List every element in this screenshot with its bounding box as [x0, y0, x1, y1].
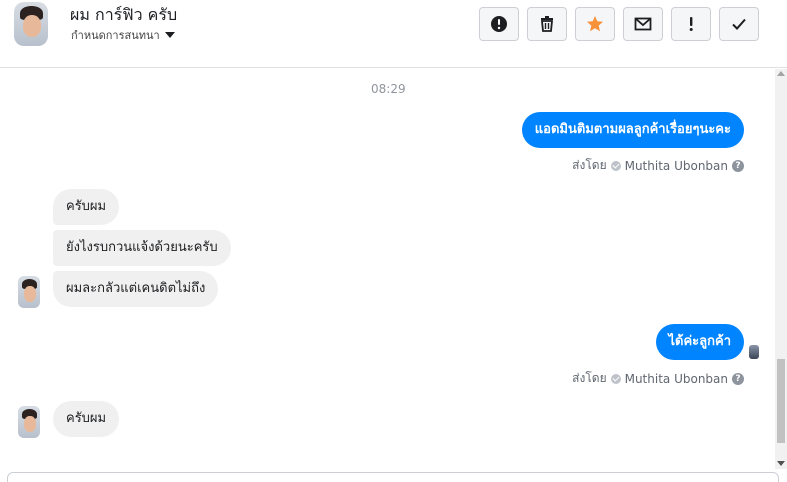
verified-check-icon: [610, 373, 621, 384]
assign-label: กำหนดการสนทนา: [71, 29, 160, 42]
follow-up-button[interactable]: [671, 7, 711, 41]
delete-button[interactable]: [527, 7, 567, 41]
trash-icon: [541, 16, 553, 32]
verified-check-icon: [610, 160, 621, 171]
sent-by-line: ส่งโดย Muthita Ubonban ?: [572, 156, 744, 175]
contact-avatar[interactable]: [14, 2, 48, 46]
contact-name[interactable]: ผม การ์ฟิว ครับ: [70, 3, 177, 28]
message-bubble-incoming[interactable]: ครับผม: [53, 401, 120, 437]
contact-avatar-small[interactable]: [18, 406, 40, 438]
assign-conversation-dropdown[interactable]: กำหนดการสนทนา: [71, 26, 175, 44]
message-thread: 08:29 แอดมินติมตามผลลูกค้าเรื่อยๆนะคะ ส่…: [0, 69, 775, 469]
exclamation-icon: [689, 17, 693, 31]
sent-by-prefix: ส่งโดย: [572, 371, 607, 385]
message-bubble-incoming[interactable]: ยังไงรบกวนแจ้งด้วยนะครับ: [53, 230, 231, 266]
alert-circle-icon: [491, 16, 507, 32]
message-bubble-outgoing[interactable]: แอดมินติมตามผลลูกค้าเรื่อยๆนะคะ: [521, 112, 744, 148]
mark-done-button[interactable]: [719, 7, 759, 41]
message-timestamp: 08:29: [371, 82, 406, 96]
star-button[interactable]: [575, 7, 615, 41]
contact-avatar-small[interactable]: [18, 276, 40, 308]
conversation-header: ผม การ์ฟิว ครับ กำหนดการสนทนา: [0, 0, 787, 68]
sent-by-agent: Muthita Ubonban: [624, 371, 728, 386]
read-receipt-avatar: [749, 345, 759, 359]
mark-spam-button[interactable]: [479, 7, 519, 41]
sent-by-agent: Muthita Ubonban: [624, 158, 728, 173]
star-icon: [587, 16, 603, 32]
scroll-down-arrow-icon[interactable]: [777, 461, 785, 466]
sent-by-prefix: ส่งโดย: [572, 158, 607, 172]
scroll-up-arrow-icon[interactable]: [777, 71, 785, 76]
mark-unread-button[interactable]: [623, 7, 663, 41]
thread-scrollbar[interactable]: [775, 69, 787, 469]
scrollbar-thumb[interactable]: [777, 359, 785, 443]
envelope-icon: [634, 17, 652, 31]
checkmark-icon: [732, 18, 746, 30]
sent-by-line: ส่งโดย Muthita Ubonban ?: [572, 369, 744, 388]
message-composer[interactable]: [7, 472, 779, 482]
message-bubble-incoming[interactable]: ครับผม: [53, 189, 120, 225]
caret-down-icon: [164, 32, 175, 38]
message-bubble-outgoing[interactable]: ได้ค่ะลูกค้า: [655, 324, 744, 360]
help-icon[interactable]: ?: [732, 159, 744, 172]
help-icon[interactable]: ?: [732, 372, 744, 385]
message-bubble-incoming[interactable]: ผมละกลัวแต่เคนดิตไม่ถึง: [53, 271, 219, 307]
